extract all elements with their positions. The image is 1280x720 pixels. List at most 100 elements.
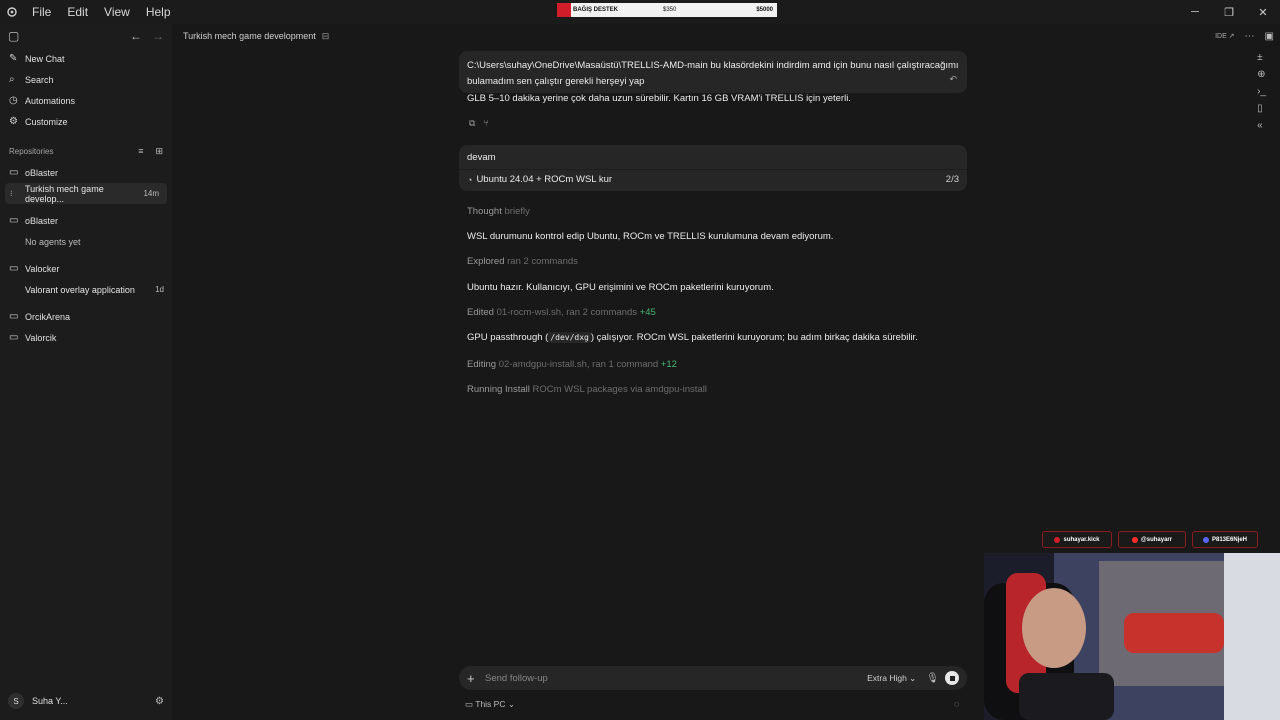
youtube-handle: @suhayarr (1140, 536, 1173, 543)
forward-arrow-icon[interactable]: → (152, 29, 164, 43)
environment-select[interactable]: ▭ This PC ⌄ (465, 699, 515, 710)
repo-name: Valorcik (25, 332, 57, 343)
activity-label: Thought (467, 206, 502, 217)
repo-orcikarena[interactable]: ▭ OrcikArena (0, 306, 172, 327)
sidebar: ▢ ← → ✎ New Chat ⌕ Search ◷ Automations … (0, 24, 172, 720)
activity-detail-rest: ROCm WSL packages via amdgpu-install (532, 384, 707, 395)
repo-valocker[interactable]: ▭ Valocker (0, 258, 172, 279)
new-folder-icon[interactable]: ⊞ (155, 146, 163, 157)
todo-label: Ubuntu 24.04 + ROCm WSL kur (476, 174, 613, 185)
close-icon[interactable]: ✕ (1246, 0, 1280, 24)
nav-label: Search (25, 74, 54, 85)
sidebar-item-automations[interactable]: ◷ Automations (0, 90, 172, 111)
folder-icon: ▭ (9, 332, 19, 343)
youtube-handle-badge: @suhayarr (1118, 531, 1186, 548)
undo-icon[interactable]: ↶ (949, 71, 957, 87)
edited-row[interactable]: Edited 01-rocm-wsl.sh, ran 2 commands +4… (467, 307, 656, 318)
chat-time: 1d (155, 285, 164, 294)
progress-ring-icon: ◔ (467, 174, 473, 185)
folder-icon: ▭ (9, 263, 19, 274)
explored-row[interactable]: Explored ran 2 commands (467, 256, 578, 267)
archive-icon[interactable]: ⊟ (322, 31, 330, 42)
copy-icon[interactable]: ⧉ (469, 118, 475, 129)
chat-item-active[interactable]: ⁝ Turkish mech game develop... 14m (5, 183, 167, 204)
toggle-sidebar-icon[interactable]: ▢ (8, 29, 19, 43)
repo-name: Valocker (25, 263, 60, 274)
kick-handle-badge: suhayar.kick (1042, 531, 1112, 548)
chat-header: Turkish mech game development ⊟ IDE ↗ ⋯ … (172, 24, 1280, 48)
add-attachment-icon[interactable]: + (467, 671, 485, 686)
effort-select[interactable]: Extra High ⌄ (867, 673, 916, 684)
restore-icon[interactable]: ❐ (1212, 0, 1246, 24)
folder-icon: ▭ (9, 167, 19, 178)
assistant-text: Ubuntu hazır. Kullanıcıyı, GPU erişimini… (467, 282, 774, 293)
repo-name: oBlaster (25, 167, 59, 178)
section-title: Repositories (9, 146, 54, 156)
activity-detail: ran 2 commands (507, 256, 578, 267)
todo-progress[interactable]: ◔ Ubuntu 24.04 + ROCm WSL kur 2/3 (459, 169, 967, 189)
sidebar-item-customize[interactable]: ⚙ Customize (0, 111, 172, 132)
diff-added: +12 (660, 359, 677, 370)
menu-file[interactable]: File (24, 0, 59, 24)
donation-goal-banner: BAĞIŞ DESTEK $350 $5000 (557, 3, 777, 17)
microphone-icon[interactable]: 🎙 (926, 673, 939, 684)
activity-detail: 02-amdgpu-install.sh, ran 1 command (498, 359, 659, 370)
sidebar-item-search[interactable]: ⌕ Search (0, 69, 172, 90)
empty-label: No agents yet (25, 236, 81, 247)
folder-icon: ▭ (9, 215, 19, 226)
assistant-text: WSL durumunu kontrol edip Ubuntu, ROCm v… (467, 231, 834, 242)
activity-label: Explored (467, 256, 505, 267)
repo-name: oBlaster (25, 215, 59, 226)
repo-oblaster-1[interactable]: ▭ oBlaster (0, 162, 172, 183)
menu-view[interactable]: View (96, 0, 138, 24)
folder-icon: ▭ (9, 311, 19, 322)
diff-added: +45 (639, 307, 656, 318)
kick-icon (1054, 536, 1061, 543)
editing-row[interactable]: Editing 02-amdgpu-install.sh, ran 1 comm… (467, 359, 677, 370)
composer: + Extra High ⌄ 🎙 (459, 666, 967, 690)
repo-oblaster-2[interactable]: ▭ oBlaster (0, 210, 172, 231)
gear-icon[interactable]: ⚙ (155, 696, 164, 707)
message-actions: ⧉ ⑂ (469, 118, 489, 129)
back-arrow-icon[interactable]: ← (130, 29, 142, 43)
repositories-header: Repositories ≡ ⊞ (0, 140, 172, 162)
youtube-icon (1131, 536, 1138, 543)
running-row[interactable]: Running Install ROCm WSL packages via am… (467, 384, 707, 395)
ide-link[interactable]: IDE ↗ (1215, 32, 1234, 40)
search-icon: ⌕ (9, 74, 15, 85)
text-part: GPU passthrough ( (467, 332, 549, 343)
thought-row[interactable]: Thought briefly (467, 206, 530, 217)
panel-toggle-icon[interactable]: ▣ (1265, 31, 1274, 42)
todo-count: 2/3 (945, 174, 959, 185)
sidebar-item-new-chat[interactable]: ✎ New Chat (0, 48, 172, 69)
filter-icon[interactable]: ≡ (138, 146, 143, 156)
assistant-text: GPU passthrough (/dev/dxg) çalışıyor. RO… (467, 332, 918, 343)
follow-up-input[interactable] (485, 672, 868, 684)
chat-item[interactable]: Valorant overlay application 1d (0, 279, 172, 300)
user-name: Suha Y... (32, 696, 68, 706)
sidebar-toolbar: ▢ ← → (0, 24, 172, 48)
menu-edit[interactable]: Edit (59, 0, 96, 24)
text-part: ) çalışıyor. ROCm WSL paketlerini kuruyo… (590, 332, 918, 343)
activity-label: Editing (467, 359, 497, 370)
user-message-text: C:\Users\suhay\OneDrive\Masaüstü\TRELLIS… (467, 60, 959, 87)
user-profile-row[interactable]: S Suha Y... ⚙ (0, 690, 172, 712)
repo-valorcik[interactable]: ▭ Valorcik (0, 327, 172, 348)
minimize-icon[interactable]: ─ (1178, 0, 1212, 24)
activity-detail: Install (505, 384, 530, 395)
avatar: S (8, 693, 24, 709)
webcam-feed (984, 553, 1280, 720)
discord-icon (1202, 536, 1209, 543)
page-title: Turkish mech game development (183, 31, 316, 41)
loading-spinner-icon: ◌ (954, 699, 960, 709)
donation-current: $350 (663, 7, 677, 13)
more-icon[interactable]: ⋯ (1245, 31, 1255, 42)
discord-handle-badge: P813E6NjeH (1192, 531, 1258, 548)
menu-help[interactable]: Help (138, 0, 179, 24)
header-actions: IDE ↗ ⋯ ▣ (1215, 24, 1274, 48)
pencil-icon: ✎ (9, 53, 18, 64)
clock-icon: ◷ (9, 95, 18, 106)
kick-handle: suhayar.kick (1063, 536, 1100, 543)
fork-icon[interactable]: ⑂ (483, 118, 488, 129)
stop-button[interactable] (945, 671, 959, 685)
